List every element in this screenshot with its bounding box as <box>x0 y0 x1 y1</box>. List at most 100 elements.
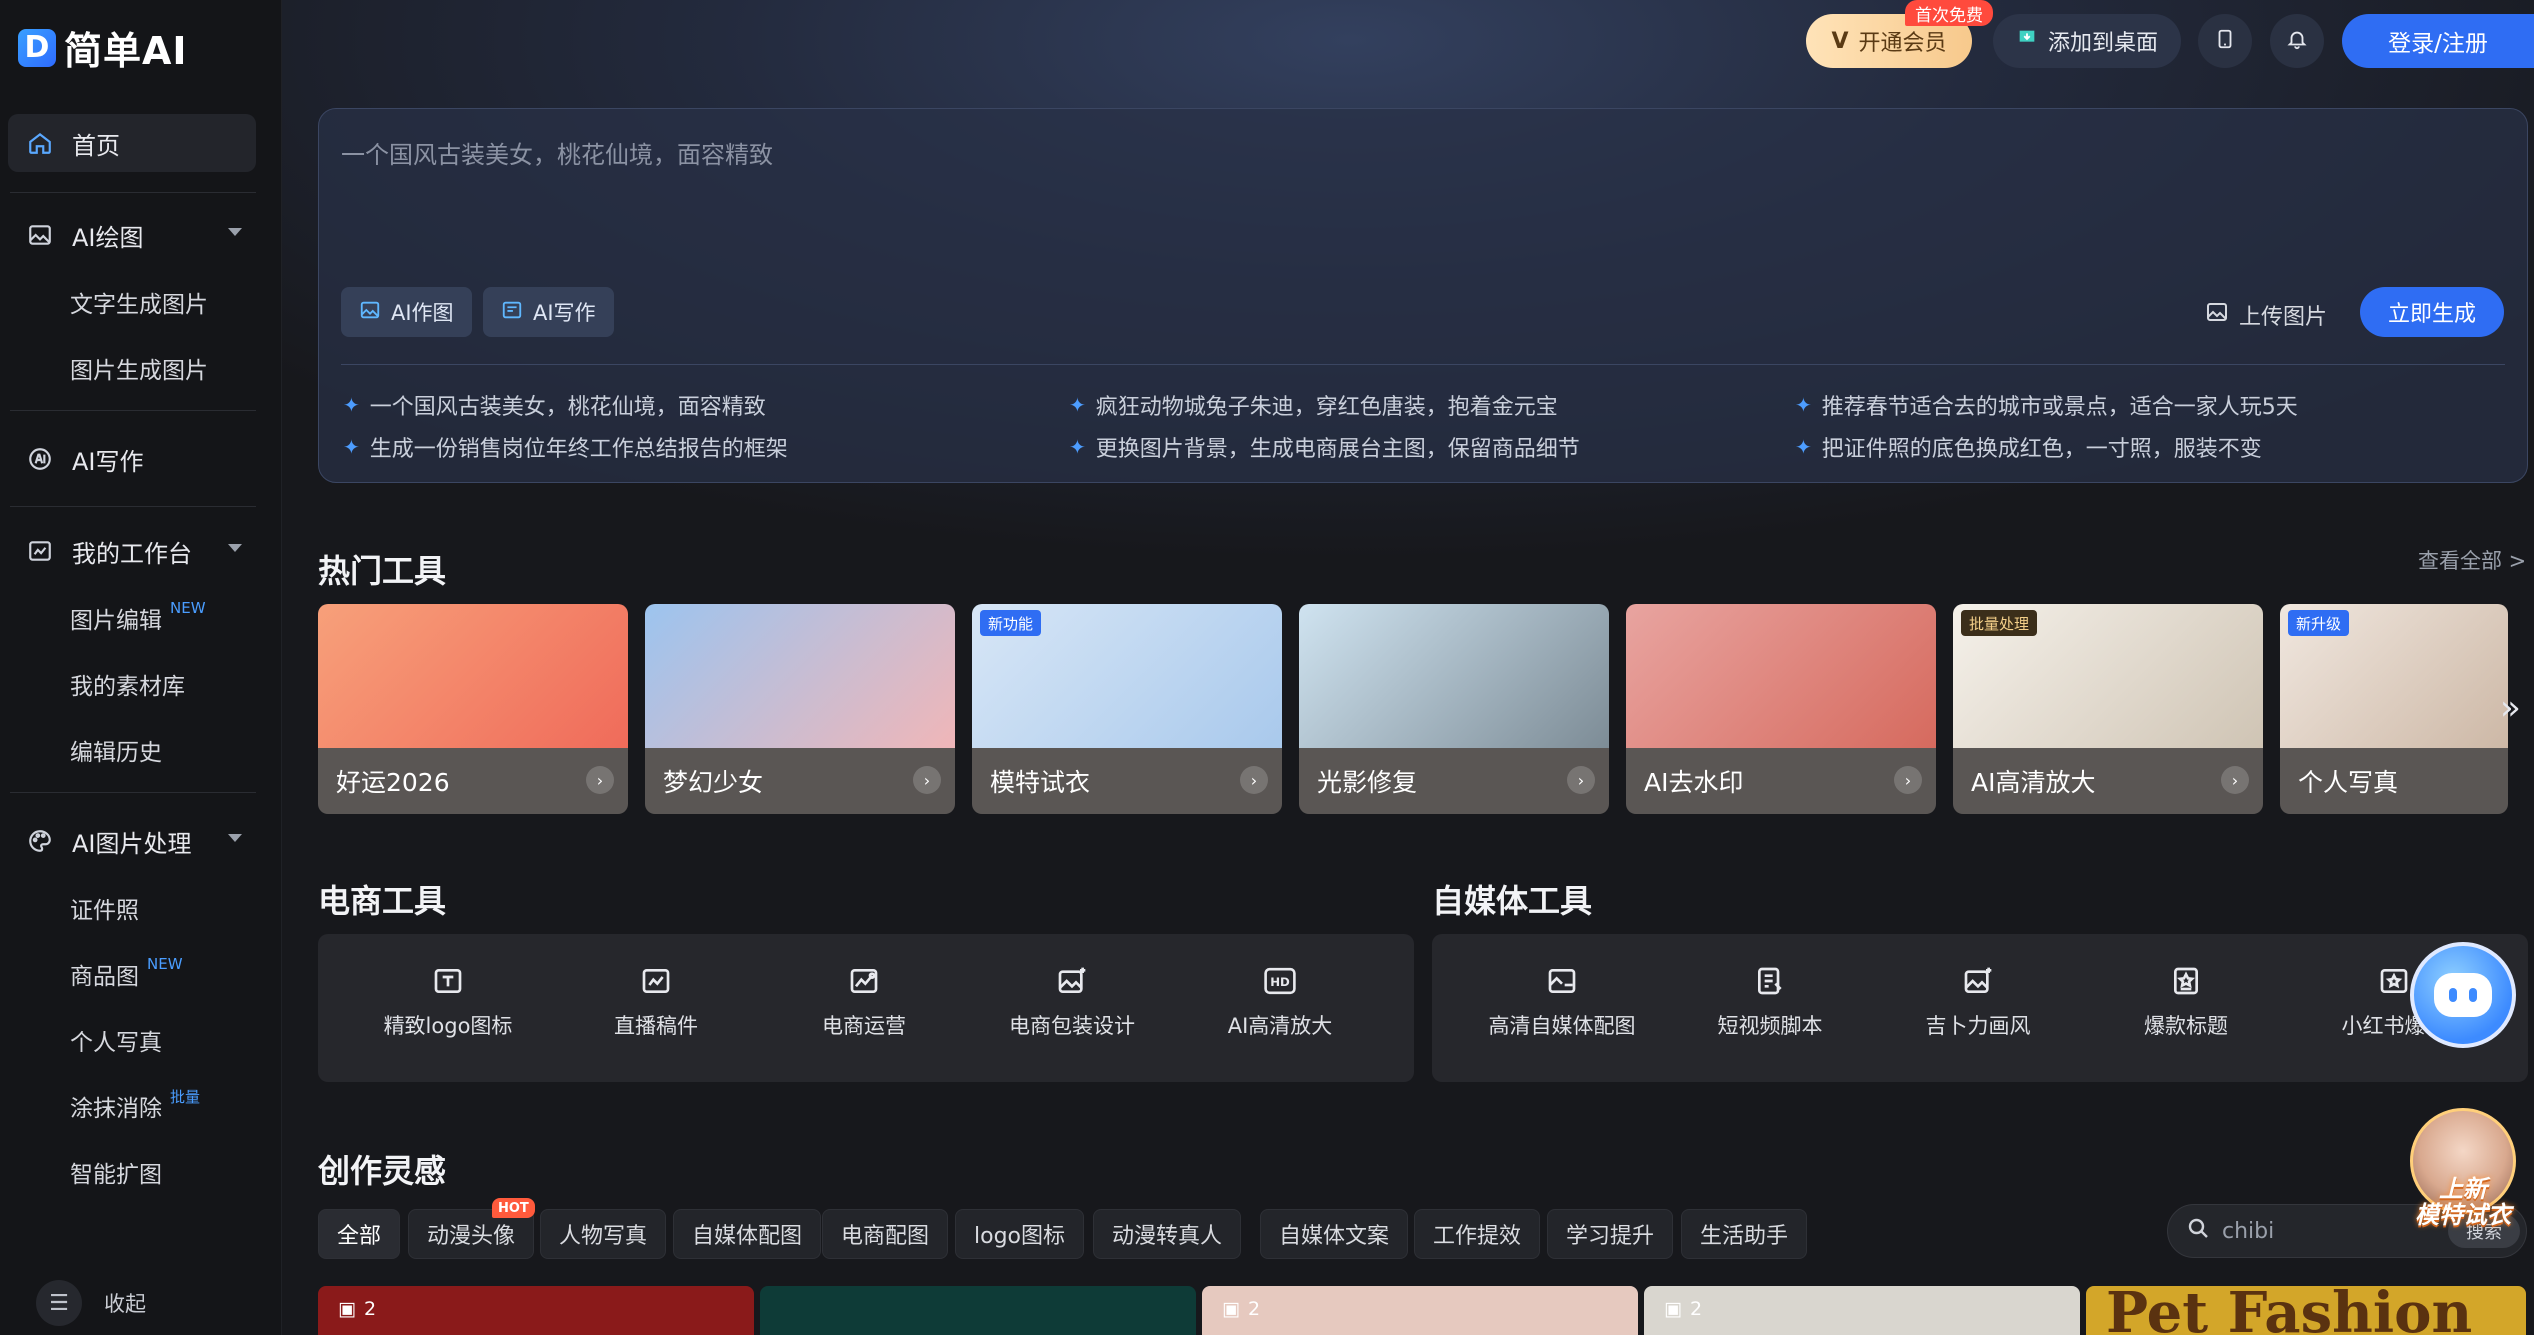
generate-button[interactable]: 立即生成 <box>2360 287 2504 337</box>
login-button[interactable]: 登录/注册 <box>2342 14 2534 68</box>
sidebar-item-label: 我的工作台 <box>72 539 192 568</box>
divider <box>10 506 256 507</box>
chevron-down-icon <box>228 544 242 552</box>
sidebar-subitem-image-to-image[interactable]: 图片生成图片 <box>70 348 208 388</box>
chart-icon <box>26 537 54 565</box>
inspiration-thumbnail[interactable] <box>760 1286 1196 1335</box>
assistant-bot-button[interactable] <box>2410 942 2516 1048</box>
new-badge: NEW <box>147 955 183 973</box>
ai-image-mode-button[interactable]: AI作图 <box>341 287 472 337</box>
mobile-button[interactable] <box>2198 14 2252 68</box>
suggestion-text: 更换图片背景，生成电商展台主图，保留商品细节 <box>1095 437 1580 462</box>
image-count: ▣ 2 <box>1222 1298 1260 1320</box>
chevron-right-icon[interactable]: » <box>2500 688 2521 728</box>
chart-icon <box>639 964 673 998</box>
sidebar-subitem-product-image[interactable]: 商品图 NEW <box>70 954 183 994</box>
image-count-value: 2 <box>363 1298 377 1320</box>
category-chip[interactable]: 全部 <box>318 1209 401 1259</box>
sidebar-item-ai-write[interactable]: AI写作 <box>8 430 256 488</box>
suggestion-item[interactable]: ✦ 更换图片背景，生成电商展台主图，保留商品细节 <box>1069 431 1580 463</box>
hot-tool-card[interactable]: 新功能 模特试衣 › <box>972 604 1282 814</box>
hot-tool-card[interactable]: 批量处理 AI高清放大 › <box>1953 604 2263 814</box>
inspiration-thumbnail[interactable]: ▣ 2 <box>1202 1286 1638 1335</box>
new-badge: NEW <box>170 599 206 617</box>
hot-tool-card[interactable]: 光影修复 › <box>1299 604 1609 814</box>
card-thumbnail <box>318 604 628 748</box>
category-chip[interactable]: 自媒体配图 <box>673 1209 822 1259</box>
sidebar-subitem-erase[interactable]: 涂抹消除 批量 <box>70 1086 200 1126</box>
tool-hd-media-image[interactable]: 高清自媒体配图 <box>1462 964 1662 1040</box>
edit-icon <box>501 299 523 326</box>
image-sparkle-icon <box>1961 964 1995 998</box>
tool-hd-upscale[interactable]: HD AI高清放大 <box>1180 964 1380 1040</box>
collapse-icon: ☰ <box>36 1280 82 1326</box>
sidebar-item-label: AI图片处理 <box>72 829 192 858</box>
upload-image-button[interactable]: 上传图片 <box>2205 299 2327 331</box>
category-chip[interactable]: logo图标 <box>955 1209 1084 1259</box>
sidebar-item-image-processing[interactable]: AI图片处理 <box>8 812 256 870</box>
tool-packaging-design[interactable]: 电商包装设计 <box>972 964 1172 1040</box>
suggestion-item[interactable]: ✦ 一个国风古装美女，桃花仙境，面容精致 <box>343 389 766 421</box>
category-chip[interactable]: 电商配图 <box>822 1209 949 1259</box>
sidebar-subitem-label: 商品图 <box>70 964 139 990</box>
inspiration-thumbnail[interactable]: Pet Fashion <box>2086 1286 2526 1335</box>
sidebar-item-home[interactable]: 首页 <box>8 114 256 172</box>
sidebar-subitem-portrait[interactable]: 个人写真 <box>70 1020 162 1060</box>
card-thumbnail <box>645 604 955 748</box>
see-all-link[interactable]: 查看全部 > <box>2418 545 2526 575</box>
hot-tool-card[interactable]: 好运2026 › <box>318 604 628 814</box>
tool-live-script[interactable]: 直播稿件 <box>556 964 756 1040</box>
tool-ghibli-style[interactable]: 吉卜力画风 <box>1878 964 2078 1040</box>
sidebar-subitem-text-to-image[interactable]: 文字生成图片 <box>70 282 208 322</box>
suggestion-item[interactable]: ✦ 生成一份销售岗位年终工作总结报告的框架 <box>343 431 788 463</box>
card-thumbnail <box>1299 604 1609 748</box>
suggestion-item[interactable]: ✦ 推荐春节适合去的城市或景点，适合一家人玩5天 <box>1795 389 2298 421</box>
sparkle-icon: ✦ <box>1069 393 1086 417</box>
category-chip[interactable]: 自媒体文案 <box>1260 1209 1409 1259</box>
category-chip[interactable]: 工作提效 <box>1414 1209 1541 1259</box>
hot-tool-card[interactable]: 新升级 个人写真 <box>2280 604 2508 814</box>
sidebar-subitem-id-photo[interactable]: 证件照 <box>70 888 139 928</box>
suggestion-item[interactable]: ✦ 疯狂动物城兔子朱迪，穿红色唐装，抱着金元宝 <box>1069 389 1558 421</box>
collapse-label: 收起 <box>104 1292 146 1316</box>
mode-label: AI写作 <box>533 301 596 325</box>
promo-line1: 上新 <box>2439 1175 2487 1203</box>
hot-tool-card[interactable]: AI去水印 › <box>1626 604 1936 814</box>
promo-line2: 模特试衣 <box>2415 1201 2511 1229</box>
logo-text: 简单AI <box>64 29 188 73</box>
image-count: ▣ 2 <box>1664 1298 1702 1320</box>
promo-model-tryon[interactable]: 上新 模特试衣 <box>2404 1108 2522 1232</box>
suggestion-item[interactable]: ✦ 把证件照的底色换成红色，一寸照，服装不变 <box>1795 431 2262 463</box>
inspiration-thumbnail[interactable]: ▣ 2 <box>318 1286 754 1335</box>
sidebar-subitem-image-edit[interactable]: 图片编辑 NEW <box>70 598 206 638</box>
prompt-input[interactable]: 一个国风古装美女，桃花仙境，面容精致 <box>341 135 773 170</box>
add-to-desktop-button[interactable]: 添加到桌面 <box>1993 14 2181 68</box>
logo-mark: D <box>18 28 56 67</box>
sidebar-subitem-assets[interactable]: 我的素材库 <box>70 664 185 704</box>
tool-short-video-script[interactable]: 短视频脚本 <box>1670 964 1870 1040</box>
inspiration-thumbnail[interactable]: ▣ 2 <box>1644 1286 2080 1335</box>
sidebar-item-ai-draw[interactable]: AI绘图 <box>8 206 256 264</box>
category-chip[interactable]: 动漫转真人 <box>1093 1209 1242 1259</box>
sidebar-item-label: AI写作 <box>72 447 144 476</box>
category-chip[interactable]: 学习提升 <box>1547 1209 1674 1259</box>
mode-label: AI作图 <box>391 301 454 325</box>
tool-ecommerce-ops[interactable]: 电商运营 <box>764 964 964 1040</box>
collapse-button[interactable]: ☰ 收起 <box>36 1280 146 1326</box>
logo[interactable]: D 简单AI <box>18 20 188 75</box>
sparkle-icon: ✦ <box>343 393 360 417</box>
sidebar-subitem-expand[interactable]: 智能扩图 <box>70 1152 162 1192</box>
suggestion-text: 推荐春节适合去的城市或景点，适合一家人玩5天 <box>1821 395 2298 420</box>
category-chip[interactable]: 人物写真 <box>540 1209 667 1259</box>
ai-write-mode-button[interactable]: AI写作 <box>483 287 614 337</box>
notification-button[interactable] <box>2270 14 2324 68</box>
card-tag: 新功能 <box>980 610 1042 636</box>
hot-tool-card[interactable]: 梦幻少女 › <box>645 604 955 814</box>
tool-logo-design[interactable]: 精致logo图标 <box>348 964 548 1040</box>
card-thumbnail <box>1626 604 1936 748</box>
category-chip[interactable]: 生活助手 <box>1681 1209 1808 1259</box>
tool-label: 精致logo图标 <box>383 1014 513 1038</box>
sidebar-subitem-history[interactable]: 编辑历史 <box>70 730 162 770</box>
sidebar-item-workspace[interactable]: 我的工作台 <box>8 522 256 580</box>
tool-viral-title[interactable]: 爆款标题 <box>2086 964 2286 1040</box>
